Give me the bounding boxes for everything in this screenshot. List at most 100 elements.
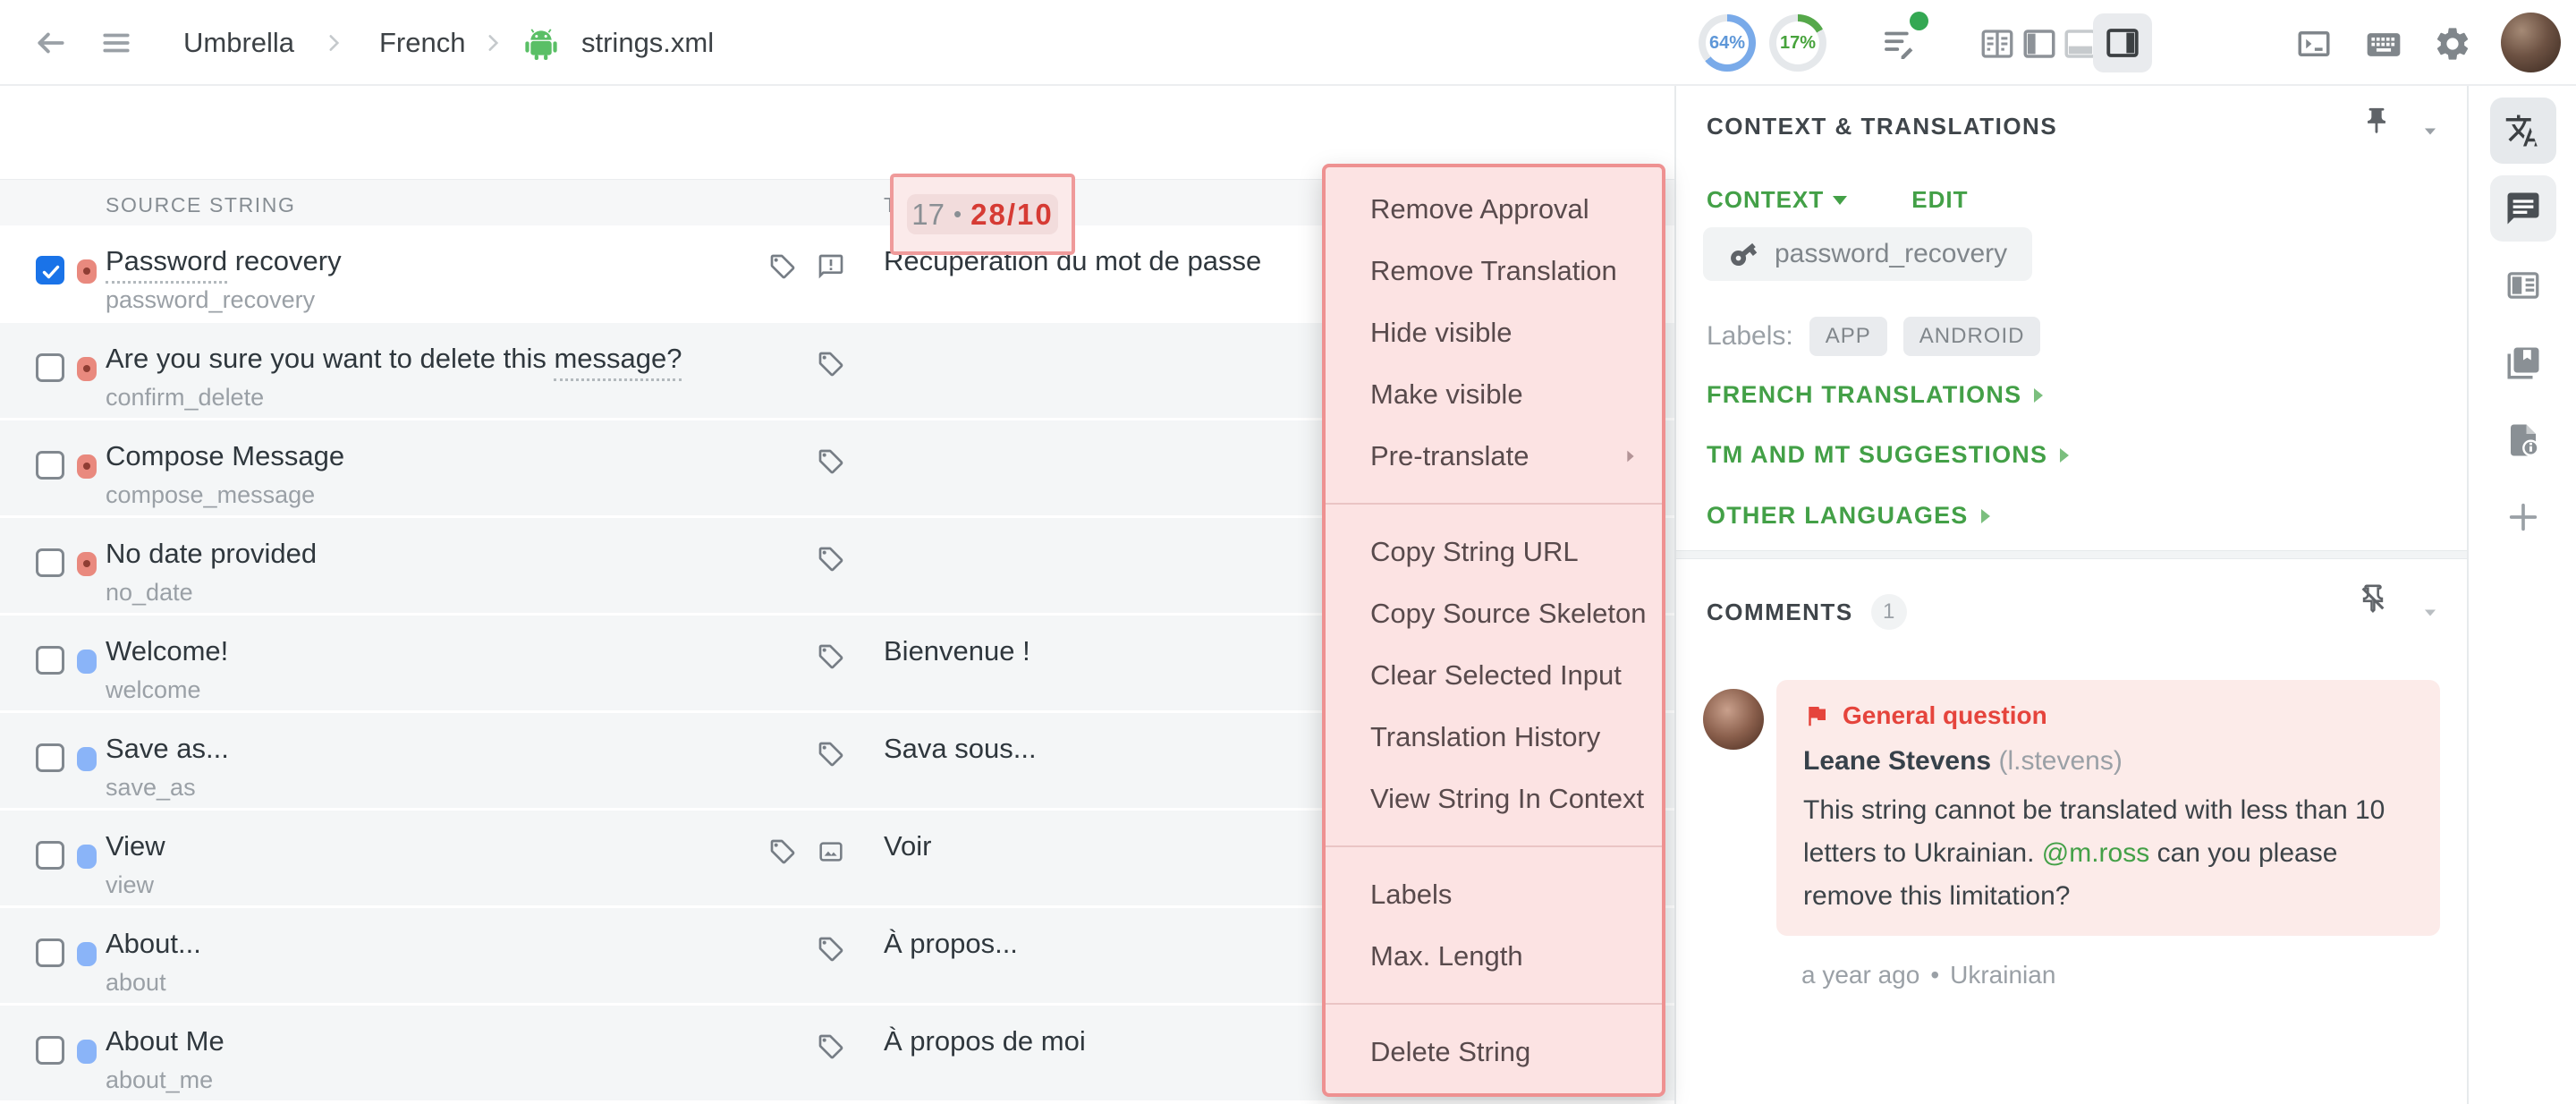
label-badge: APP xyxy=(1809,317,1887,356)
comments-count-badge: 1 xyxy=(1871,594,1907,630)
split-view-icon[interactable] xyxy=(1979,25,2016,63)
labels-row: Labels: APP ANDROID xyxy=(1707,317,2040,356)
add-panel-icon[interactable] xyxy=(2490,484,2556,550)
labels-caption: Labels: xyxy=(1707,321,1793,352)
chevron-right-icon xyxy=(322,31,345,55)
terms-panel-icon[interactable] xyxy=(2490,330,2556,396)
counter-separator: • xyxy=(953,200,962,228)
section-other-languages[interactable]: OTHER LANGUAGES xyxy=(1707,502,1990,530)
tag-icon xyxy=(817,935,845,964)
menu-item-remove-translation[interactable]: Remove Translation xyxy=(1326,240,1662,301)
string-key: about xyxy=(106,969,166,997)
section-french-translations[interactable]: FRENCH TRANSLATIONS xyxy=(1707,381,2043,409)
top-bar: Umbrella French strings.xml 64% 17% xyxy=(0,0,2576,86)
translation-text: À propos de moi xyxy=(884,1025,1086,1057)
menu-item-view-string-in-context[interactable]: View String In Context xyxy=(1326,768,1662,829)
menu-item-hide-visible[interactable]: Hide visible xyxy=(1326,301,1662,363)
comments-panel-icon[interactable] xyxy=(2490,175,2556,242)
menu-item-translation-history[interactable]: Translation History xyxy=(1326,706,1662,768)
chevron-down-icon[interactable] xyxy=(2419,601,2442,624)
row-checkbox[interactable] xyxy=(36,743,64,772)
keyboard-icon[interactable] xyxy=(2364,25,2403,64)
file-info-panel-icon[interactable] xyxy=(2490,407,2556,473)
chevron-right-icon xyxy=(2060,448,2069,463)
label-badge: ANDROID xyxy=(1903,317,2041,356)
mention-link[interactable]: @m.ross xyxy=(2042,838,2149,868)
row-checkbox[interactable] xyxy=(36,646,64,675)
string-identifier: password_recovery xyxy=(1775,239,2007,269)
translation-text: Voir xyxy=(884,830,931,862)
translation-text: À propos... xyxy=(884,928,1018,960)
string-key: view xyxy=(106,871,154,899)
hamburger-icon[interactable] xyxy=(100,28,132,58)
section-tm-mt-suggestions[interactable]: TM AND MT SUGGESTIONS xyxy=(1707,441,2069,469)
gear-icon[interactable] xyxy=(2433,24,2472,64)
string-key: welcome xyxy=(106,676,201,704)
editor-mode-icon[interactable] xyxy=(1880,24,1918,62)
menu-item-remove-approval[interactable]: Remove Approval xyxy=(1326,178,1662,240)
pin-icon[interactable] xyxy=(2361,106,2392,136)
status-translated-icon xyxy=(77,845,97,869)
status-translated-icon xyxy=(77,942,97,966)
menu-item-labels[interactable]: Labels xyxy=(1326,863,1662,925)
row-checkbox[interactable] xyxy=(36,451,64,480)
comment-username: (l.stevens) xyxy=(1998,746,2122,776)
selected-count: 17 xyxy=(911,198,945,232)
panel-title: CONTEXT & TRANSLATIONS xyxy=(1707,113,2057,140)
terminal-icon[interactable] xyxy=(2295,25,2333,63)
breadcrumb-project[interactable]: Umbrella xyxy=(183,27,294,59)
avatar xyxy=(1703,689,1764,750)
row-checkbox[interactable] xyxy=(36,841,64,870)
row-checkbox[interactable] xyxy=(36,256,64,284)
translation-progress-ring[interactable]: 64% xyxy=(1699,14,1756,72)
row-checkbox[interactable] xyxy=(36,1036,64,1065)
menu-item-make-visible[interactable]: Make visible xyxy=(1326,363,1662,425)
android-icon xyxy=(521,23,562,64)
row-checkbox[interactable] xyxy=(36,938,64,967)
comment-language: Ukrainian xyxy=(1950,961,2055,989)
right-panel-view-icon[interactable] xyxy=(2093,13,2152,72)
context-dropdown[interactable]: CONTEXT xyxy=(1707,186,1847,214)
translations-panel-icon[interactable] xyxy=(2490,98,2556,164)
menu-item-copy-source-skeleton[interactable]: Copy Source Skeleton xyxy=(1326,582,1662,644)
screenshot-icon xyxy=(817,837,845,866)
menu-item-delete-string[interactable]: Delete String xyxy=(1326,1021,1662,1083)
status-untranslated-icon xyxy=(77,357,97,381)
menu-separator xyxy=(1326,503,1662,505)
flag-icon xyxy=(1803,702,1830,729)
row-checkbox[interactable] xyxy=(36,353,64,382)
comment-author[interactable]: Leane Stevens xyxy=(1803,746,1991,776)
menu-item-copy-string-url[interactable]: Copy String URL xyxy=(1326,521,1662,582)
string-identifier-pill: password_recovery xyxy=(1703,227,2032,281)
chevron-right-icon xyxy=(481,31,504,55)
menu-item-max-length[interactable]: Max. Length xyxy=(1326,925,1662,987)
breadcrumb-file[interactable]: strings.xml xyxy=(581,27,714,59)
tag-icon xyxy=(768,837,797,866)
menu-separator xyxy=(1326,845,1662,847)
comments-header: COMMENTS 1 xyxy=(1707,594,1907,630)
menu-item-pre-translate[interactable]: Pre-translate xyxy=(1326,425,1662,487)
tag-icon xyxy=(817,642,845,671)
edit-context-button[interactable]: EDIT xyxy=(1911,186,1968,214)
menu-separator xyxy=(1326,1003,1662,1005)
translation-text: Sava sous... xyxy=(884,733,1037,765)
context-panel-icon[interactable] xyxy=(2490,252,2556,318)
string-key: save_as xyxy=(106,774,196,802)
chevron-down-icon[interactable] xyxy=(2419,120,2442,143)
breadcrumb-language[interactable]: French xyxy=(379,27,465,59)
chevron-right-icon xyxy=(1981,509,1990,523)
unpin-icon[interactable] xyxy=(2358,583,2388,614)
translation-progress-value: 64% xyxy=(1706,21,1749,64)
string-key: password_recovery xyxy=(106,286,315,314)
status-untranslated-icon xyxy=(77,454,97,479)
approval-progress-ring[interactable]: 17% xyxy=(1769,14,1826,72)
tag-icon xyxy=(817,350,845,378)
row-checkbox[interactable] xyxy=(36,548,64,577)
avatar[interactable] xyxy=(2501,13,2561,72)
left-panel-view-icon[interactable] xyxy=(2021,25,2058,63)
source-string: Welcome! xyxy=(106,635,228,667)
back-icon[interactable] xyxy=(34,26,68,60)
source-string: Compose Message xyxy=(106,440,344,472)
length-limit-value: 28/10 xyxy=(970,198,1054,232)
menu-item-clear-selected-input[interactable]: Clear Selected Input xyxy=(1326,644,1662,706)
